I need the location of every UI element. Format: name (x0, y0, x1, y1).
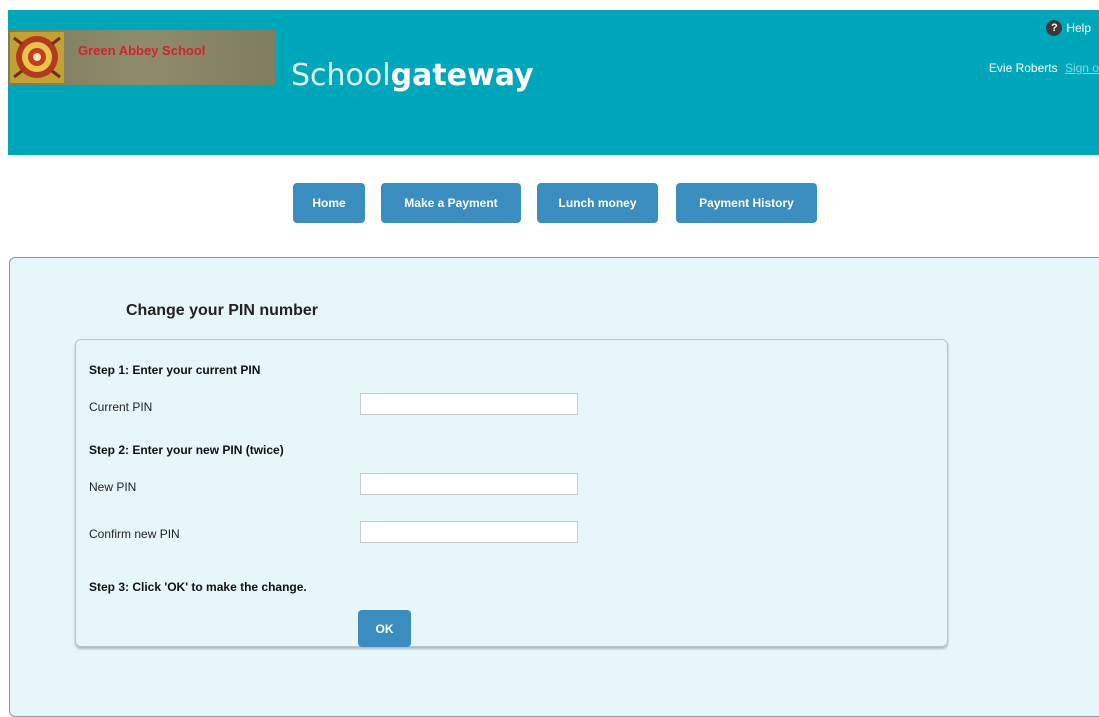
schoolgateway-logo: Schoolgateway (291, 58, 534, 93)
nav-lunch-money-button[interactable]: Lunch money (537, 183, 658, 223)
current-pin-input[interactable] (360, 393, 578, 415)
sign-out-link[interactable]: Sign out (1065, 61, 1099, 75)
new-pin-label: New PIN (89, 480, 137, 494)
main-nav: Home Make a Payment Lunch money Payment … (0, 183, 1099, 223)
new-pin-input[interactable] (360, 473, 578, 495)
school-name: Green Abbey School (78, 43, 206, 58)
nav-home-button[interactable]: Home (293, 183, 365, 223)
confirm-pin-input[interactable] (360, 521, 578, 543)
help-label[interactable]: Help (1066, 21, 1091, 35)
step-1-heading: Step 1: Enter your current PIN (89, 363, 261, 377)
help-link[interactable]: ? Help (1046, 20, 1091, 36)
nav-payment-history-button[interactable]: Payment History (676, 183, 817, 223)
confirm-pin-label: Confirm new PIN (89, 527, 180, 541)
step-3-heading: Step 3: Click 'OK' to make the change. (89, 580, 307, 594)
site-header: Green Abbey School Schoolgateway ? Help … (8, 10, 1099, 155)
page-title: Change your PIN number (126, 302, 319, 319)
ok-button[interactable]: OK (358, 610, 411, 647)
change-pin-form: Step 1: Enter your current PIN Current P… (75, 339, 948, 647)
step-2-heading: Step 2: Enter your new PIN (twice) (89, 443, 284, 457)
content-panel: Change your PIN number Step 1: Enter you… (9, 257, 1099, 717)
school-logo: Green Abbey School (8, 30, 276, 85)
current-pin-label: Current PIN (89, 400, 153, 414)
user-name: Evie Roberts (988, 61, 1058, 75)
nav-make-payment-button[interactable]: Make a Payment (381, 183, 521, 223)
user-area: Evie Roberts Sign out (989, 61, 1099, 75)
school-crest-icon (10, 32, 64, 83)
question-icon[interactable]: ? (1046, 20, 1063, 36)
